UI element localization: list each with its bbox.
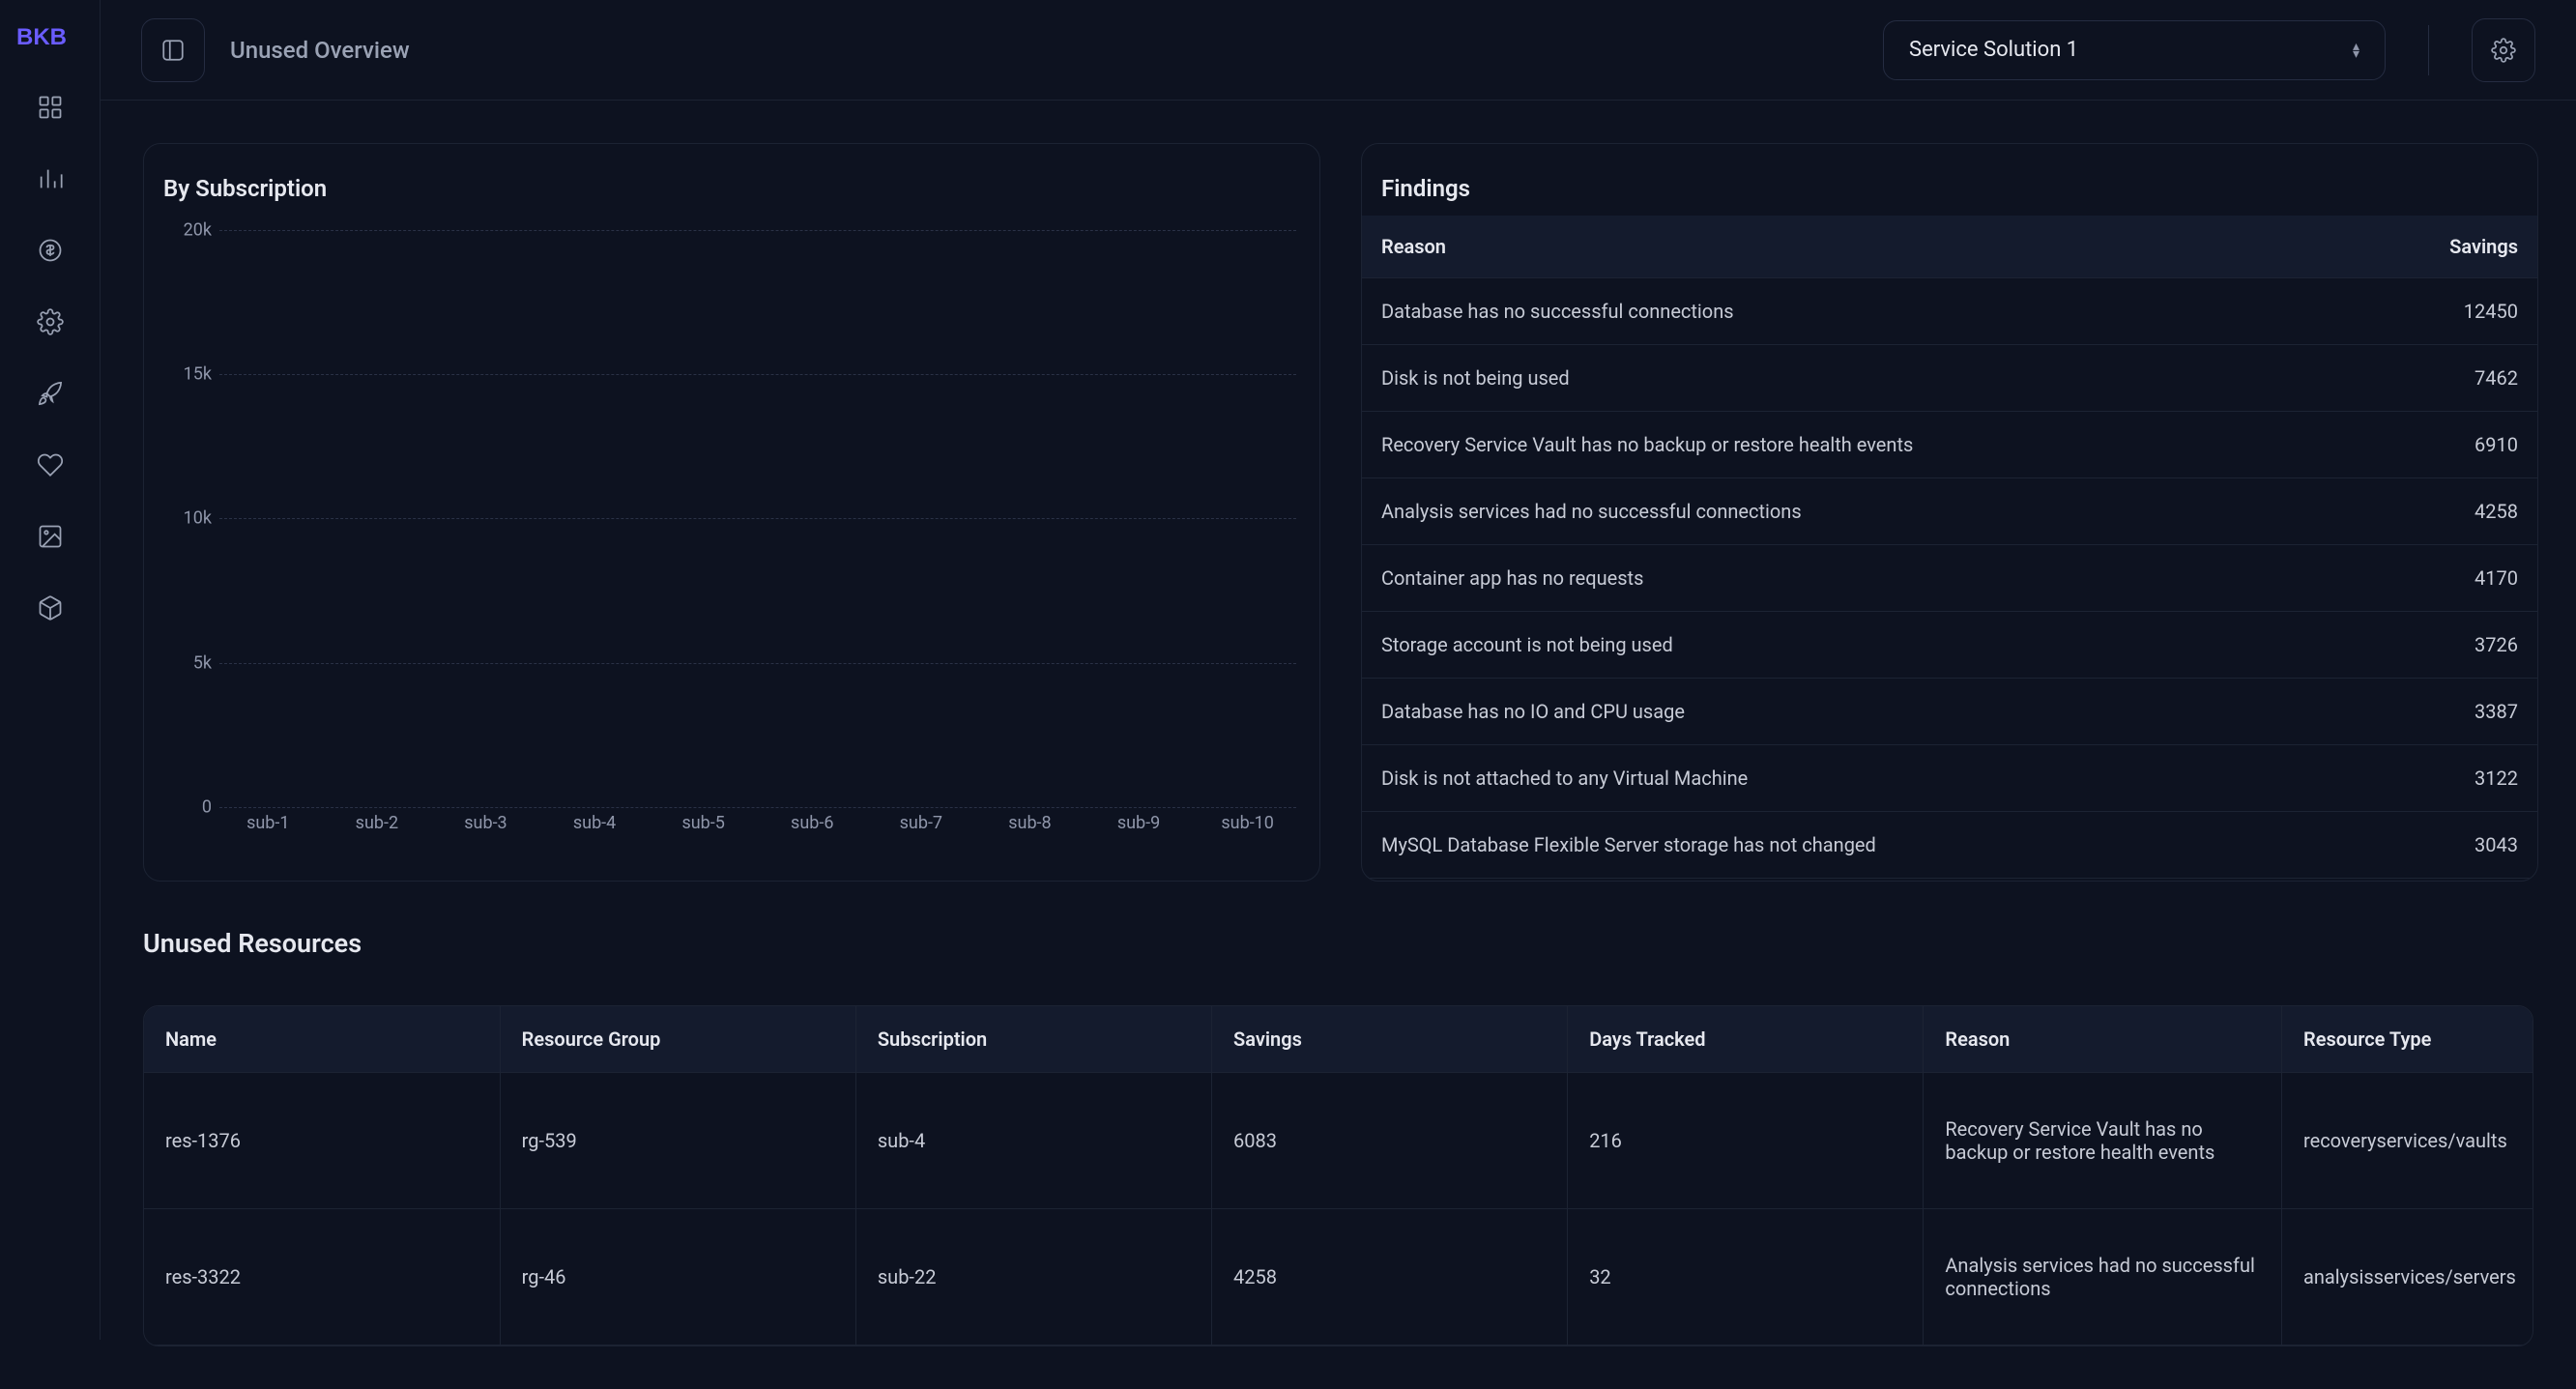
findings-cell-savings: 3043 — [2352, 812, 2537, 879]
ur-col-reason: Reason — [1924, 1006, 2282, 1073]
service-selector-value: Service Solution 1 — [1909, 38, 2078, 62]
main-content: By Subscription 0 5k 10k 15k 20k sub-1 sub-2 s… — [101, 101, 2576, 1389]
chart-xtick-label: sub-4 — [550, 813, 640, 833]
ur-col-rg: Resource Group — [500, 1006, 855, 1073]
ur-col-savings: Savings — [1212, 1006, 1568, 1073]
findings-cell-reason: Disk is not attached to any Virtual Mach… — [1362, 745, 2352, 812]
page-title: Unused Overview — [230, 37, 410, 64]
findings-cell-reason: Database has no IO and CPU usage — [1362, 679, 2352, 745]
findings-cell-savings: 7462 — [2352, 345, 2537, 412]
chart-xtick-label: sub-8 — [985, 813, 1075, 833]
ur-cell-days: 32 — [1568, 1209, 1924, 1346]
findings-cell-reason: Container app has no requests — [1362, 545, 2352, 612]
chart-ytick-label: 0 — [165, 797, 212, 818]
chart-ytick-label: 20k — [165, 219, 212, 240]
findings-row[interactable]: MySQL Database Flexible Server storage h… — [1362, 812, 2537, 879]
chart-xtick-label: sub-7 — [877, 813, 967, 833]
page-header: Unused Overview Service Solution 1 ▴▾ — [101, 0, 2576, 101]
chart-ytick-label: 10k — [165, 508, 212, 529]
findings-cell-reason: Disk is not being used — [1362, 345, 2352, 412]
ur-cell-rg: rg-539 — [500, 1073, 855, 1209]
svg-text:BKB: BKB — [16, 24, 67, 50]
ur-cell-reason: Analysis services had no successful conn… — [1924, 1209, 2282, 1346]
nav-gear-icon[interactable] — [36, 307, 65, 336]
toggle-sidebar-button[interactable] — [141, 18, 205, 82]
chart-xtick-label: sub-6 — [767, 813, 857, 833]
findings-cell-reason: MySQL Database Flexible Server storage h… — [1362, 812, 2352, 879]
unused-resources-table: Name Resource Group Subscription Savings… — [144, 1006, 2533, 1346]
findings-row[interactable]: Recovery Service Vault has no backup or … — [1362, 412, 2537, 478]
findings-cell-reason: Storage account is not being used — [1362, 612, 2352, 679]
nav-dashboard-icon[interactable] — [36, 93, 65, 122]
findings-cell-reason: Database has no successful connections — [1362, 278, 2352, 345]
ur-cell-reason: Recovery Service Vault has no backup or … — [1924, 1073, 2282, 1209]
ur-cell-savings: 6083 — [1212, 1073, 1568, 1209]
chart-xtick-label: sub-1 — [223, 813, 313, 833]
findings-row[interactable]: Storage account is not being used3726 — [1362, 612, 2537, 679]
ur-col-days: Days Tracked — [1568, 1006, 1924, 1073]
findings-cell-savings: 4258 — [2352, 478, 2537, 545]
ur-cell-savings: 4258 — [1212, 1209, 1568, 1346]
findings-col-savings: Savings — [2352, 216, 2537, 278]
findings-row[interactable]: Disk is not being used7462 — [1362, 345, 2537, 412]
by-subscription-title: By Subscription — [144, 144, 1319, 216]
findings-cell-reason: Analysis services had no successful conn… — [1362, 478, 2352, 545]
settings-button[interactable] — [2472, 18, 2535, 82]
left-nav-rail: BKB — [0, 0, 101, 1340]
findings-cell-savings: 6910 — [2352, 412, 2537, 478]
chart-ytick-label: 5k — [165, 652, 212, 673]
chart-xtick-label: sub-5 — [658, 813, 748, 833]
chevron-updown-icon: ▴▾ — [2353, 43, 2359, 58]
nav-cost-icon[interactable] — [36, 236, 65, 265]
nav-analytics-icon[interactable] — [36, 164, 65, 193]
findings-col-reason: Reason — [1362, 216, 2352, 278]
ur-cell-days: 216 — [1568, 1073, 1924, 1209]
chart-ytick-label: 15k — [165, 364, 212, 385]
subscription-chart: 0 5k 10k 15k 20k sub-1 sub-2 sub-3 sub-4 sub-5 su… — [144, 216, 1319, 881]
findings-cell-savings: 3387 — [2352, 679, 2537, 745]
findings-cell-savings: 4170 — [2352, 545, 2537, 612]
findings-cell-savings: 12450 — [2352, 278, 2537, 345]
findings-row[interactable]: Database has no successful connections12… — [1362, 278, 2537, 345]
findings-table: Reason Savings Database has no successfu… — [1362, 216, 2537, 879]
findings-row[interactable]: Database has no IO and CPU usage3387 — [1362, 679, 2537, 745]
findings-card: Findings Reason Savings Database has no … — [1361, 143, 2538, 882]
findings-cell-savings: 3726 — [2352, 612, 2537, 679]
ur-cell-rtype: recoveryservices/vaults — [2282, 1073, 2533, 1209]
chart-xtick-label: sub-10 — [1202, 813, 1292, 833]
table-row[interactable]: res-3322rg-46sub-22425832Analysis servic… — [144, 1209, 2533, 1346]
nav-box-icon[interactable] — [36, 593, 65, 622]
ur-cell-rtype: analysisservices/servers — [2282, 1209, 2533, 1346]
findings-table-scroll[interactable]: Reason Savings Database has no successfu… — [1362, 216, 2537, 881]
nav-image-icon[interactable] — [36, 522, 65, 551]
ur-col-rtype: Resource Type — [2282, 1006, 2533, 1073]
nav-heart-icon[interactable] — [36, 450, 65, 479]
findings-row[interactable]: Analysis services had no successful conn… — [1362, 478, 2537, 545]
divider — [2428, 25, 2429, 75]
chart-xtick-label: sub-3 — [441, 813, 531, 833]
unused-resources-title: Unused Resources — [143, 928, 2533, 959]
findings-row[interactable]: Disk is not attached to any Virtual Mach… — [1362, 745, 2537, 812]
ur-cell-name: res-3322 — [144, 1209, 500, 1346]
service-selector[interactable]: Service Solution 1 ▴▾ — [1883, 20, 2386, 80]
nav-rocket-icon[interactable] — [36, 379, 65, 408]
chart-xtick-label: sub-2 — [333, 813, 422, 833]
ur-cell-name: res-1376 — [144, 1073, 500, 1209]
findings-cell-reason: Recovery Service Vault has no backup or … — [1362, 412, 2352, 478]
ur-cell-sub: sub-22 — [855, 1209, 1211, 1346]
findings-cell-savings: 3122 — [2352, 745, 2537, 812]
table-row[interactable]: res-1376rg-539sub-46083216Recovery Servi… — [144, 1073, 2533, 1209]
ur-cell-rg: rg-46 — [500, 1209, 855, 1346]
findings-row[interactable]: Container app has no requests4170 — [1362, 545, 2537, 612]
by-subscription-card: By Subscription 0 5k 10k 15k 20k sub-1 sub-2 s… — [143, 143, 1320, 882]
findings-title: Findings — [1362, 144, 2537, 216]
ur-col-name: Name — [144, 1006, 500, 1073]
ur-col-sub: Subscription — [855, 1006, 1211, 1073]
chart-xtick-label: sub-9 — [1094, 813, 1184, 833]
app-logo[interactable]: BKB — [16, 23, 84, 50]
chart-gridline — [219, 807, 1296, 808]
ur-cell-sub: sub-4 — [855, 1073, 1211, 1209]
unused-resources-table-wrap: Name Resource Group Subscription Savings… — [143, 1005, 2533, 1346]
